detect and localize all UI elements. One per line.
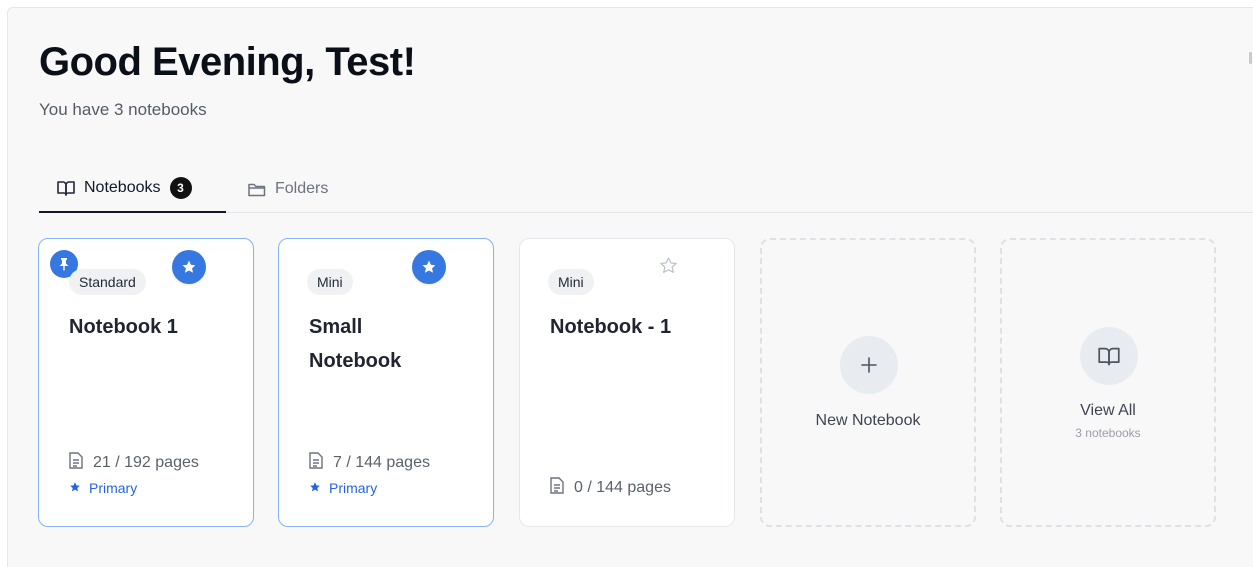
page-count: 0 / 144 pages <box>550 477 671 499</box>
scroll-edge-marker <box>1249 52 1252 64</box>
star-outline-icon[interactable] <box>659 256 678 280</box>
page-count-text: 7 / 144 pages <box>333 454 430 471</box>
view-all-count: 3 notebooks <box>1075 426 1141 440</box>
document-icon <box>550 477 564 499</box>
notebook-type-badge: Standard <box>69 269 146 295</box>
notebook-card[interactable]: Mini Notebook - 1 0 / 144 pages <box>519 238 735 527</box>
notebook-card[interactable]: Standard Notebook 1 21 / 192 pages Prima… <box>38 238 254 527</box>
page-count-text: 21 / 192 pages <box>93 454 199 471</box>
notebook-count-subtitle: You have 3 notebooks <box>39 100 207 119</box>
tab-notebooks[interactable]: Notebooks 3 <box>39 165 226 213</box>
new-notebook-label: New Notebook <box>815 412 921 429</box>
primary-label-text: Primary <box>329 480 378 496</box>
star-filled-icon <box>69 480 81 496</box>
view-all-button[interactable]: View All 3 notebooks <box>1000 238 1216 527</box>
new-notebook-button[interactable]: New Notebook <box>760 238 976 527</box>
document-icon <box>69 452 83 474</box>
view-all-label: View All <box>1080 402 1136 419</box>
page-count: 7 / 144 pages <box>309 452 430 474</box>
tab-notebooks-label: Notebooks <box>84 179 161 196</box>
folder-icon <box>248 182 266 197</box>
page-title: Good Evening, Test! <box>39 40 416 84</box>
notebook-count-badge: 3 <box>169 177 192 199</box>
star-icon[interactable] <box>412 250 446 284</box>
notebook-type-badge: Mini <box>307 269 353 295</box>
tab-folders-label: Folders <box>275 180 329 197</box>
star-icon[interactable] <box>172 250 206 284</box>
page-count-text: 0 / 144 pages <box>574 479 671 496</box>
notebook-title: Notebook - 1 <box>550 316 672 338</box>
tab-folders[interactable]: Folders <box>248 165 328 213</box>
notebook-card[interactable]: Mini Small Notebook 7 / 144 pages Primar… <box>278 238 494 527</box>
document-icon <box>309 452 323 474</box>
primary-label: Primary <box>69 480 137 496</box>
tab-bar: Notebooks 3 Folders <box>39 165 1253 213</box>
notebook-title: Notebook 1 <box>69 316 178 338</box>
notebook-title: Small Notebook <box>309 316 402 372</box>
book-open-icon <box>57 180 75 196</box>
primary-label-text: Primary <box>89 480 138 496</box>
primary-label: Primary <box>309 480 377 496</box>
star-filled-icon <box>309 480 321 496</box>
book-open-icon <box>1080 327 1138 385</box>
plus-icon <box>840 336 898 394</box>
page-count: 21 / 192 pages <box>69 452 199 474</box>
notebook-type-badge: Mini <box>548 269 594 295</box>
